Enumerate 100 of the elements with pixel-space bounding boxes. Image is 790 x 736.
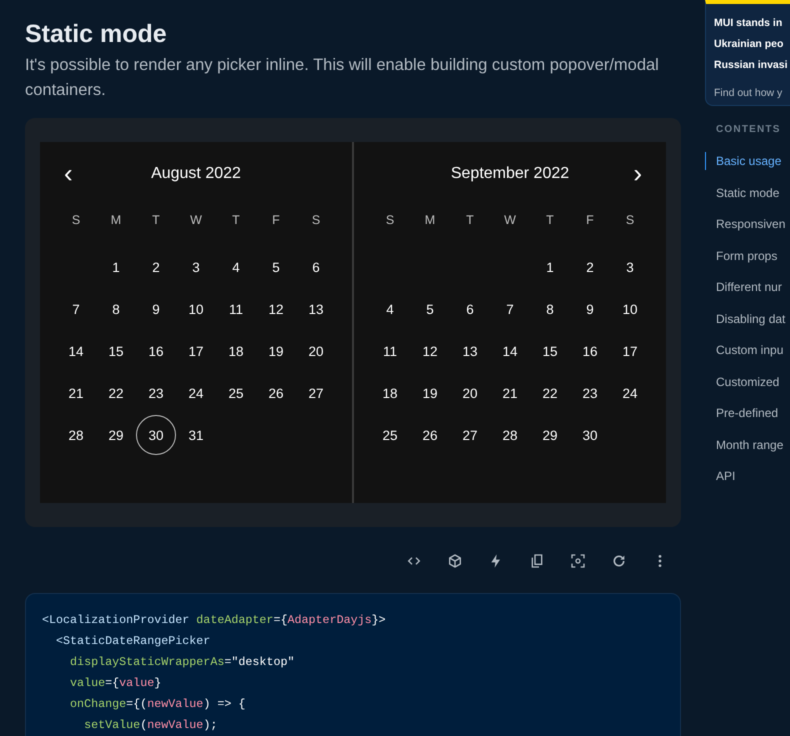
code-line: <LocalizationProvider dateAdapter={AdapterDayjs}> <box>42 612 386 629</box>
day-cell[interactable]: 15 <box>530 331 570 371</box>
next-month-button[interactable]: › <box>629 161 646 185</box>
day-cell[interactable]: 20 <box>296 331 336 371</box>
month-title: August 2022 <box>151 165 241 183</box>
day-cell[interactable]: 6 <box>296 247 336 287</box>
contents-link[interactable]: Customized <box>705 372 780 390</box>
day-cell[interactable]: 3 <box>176 247 216 287</box>
day-cell[interactable]: 8 <box>96 289 136 329</box>
day-cell[interactable]: 11 <box>370 331 410 371</box>
month-title: September 2022 <box>450 165 570 183</box>
contents-link[interactable]: Disabling dat <box>705 310 786 328</box>
weekday-label: T <box>465 212 475 229</box>
cube-icon[interactable] <box>447 553 463 569</box>
weekday-label: W <box>189 212 203 229</box>
day-cell[interactable]: 14 <box>490 331 530 371</box>
day-cell[interactable]: 19 <box>256 331 296 371</box>
day-cell[interactable]: 24 <box>610 373 650 413</box>
refresh-icon[interactable] <box>611 553 627 569</box>
contents-link[interactable]: Basic usage <box>705 152 782 170</box>
weekday-label: S <box>310 212 322 229</box>
code-line: onChange={(newValue) => { <box>70 696 246 713</box>
contents-link[interactable]: Static mode <box>705 184 780 202</box>
contents-link[interactable]: Custom inpu <box>705 341 784 359</box>
day-cell[interactable]: 7 <box>490 289 530 329</box>
day-cell[interactable]: 14 <box>56 331 96 371</box>
day-cell[interactable]: 1 <box>96 247 136 287</box>
day-cell[interactable]: 28 <box>56 415 96 455</box>
day-cell[interactable]: 16 <box>570 331 610 371</box>
day-cell[interactable]: 21 <box>56 373 96 413</box>
day-cell[interactable]: 23 <box>570 373 610 413</box>
contents-link[interactable]: Month range <box>705 436 784 454</box>
day-cell[interactable]: 1 <box>530 247 570 287</box>
day-cell[interactable]: 11 <box>216 289 256 329</box>
banner-text: MUI stands in <box>714 16 782 31</box>
day-cell[interactable]: 8 <box>530 289 570 329</box>
day-cell[interactable]: 22 <box>530 373 570 413</box>
day-cell[interactable]: 9 <box>570 289 610 329</box>
day-cell[interactable]: 12 <box>410 331 450 371</box>
day-cell[interactable]: 12 <box>256 289 296 329</box>
day-cell[interactable]: 28 <box>490 415 530 455</box>
weekday-label: S <box>624 212 636 229</box>
day-cell[interactable]: 23 <box>136 373 176 413</box>
focus-icon[interactable] <box>570 553 586 569</box>
day-cell[interactable]: 19 <box>410 373 450 413</box>
day-cell[interactable]: 2 <box>136 247 176 287</box>
day-cell[interactable]: 26 <box>256 373 296 413</box>
day-cell[interactable]: 18 <box>216 331 256 371</box>
day-cell[interactable]: 18 <box>370 373 410 413</box>
day-cell[interactable]: 25 <box>216 373 256 413</box>
weekday-label: S <box>384 212 396 229</box>
day-cell[interactable]: 17 <box>176 331 216 371</box>
banner-link[interactable]: Find out how y <box>714 87 782 99</box>
weekday-label: F <box>271 212 281 229</box>
weekday-label: T <box>151 212 161 229</box>
day-cell[interactable]: 10 <box>610 289 650 329</box>
weekday-label: T <box>231 212 241 229</box>
day-cell[interactable]: 15 <box>96 331 136 371</box>
day-cell[interactable]: 27 <box>450 415 490 455</box>
section-description: It's possible to render any picker inline. This will enable building custom popover/modal containers. <box>25 55 660 101</box>
previous-month-button[interactable]: ‹ <box>60 161 77 185</box>
weekday-label: S <box>70 212 82 229</box>
code-line: displayStaticWrapperAs="desktop" <box>70 654 294 671</box>
copy-icon[interactable] <box>529 553 545 569</box>
weekday-label: F <box>585 212 595 229</box>
contents-heading: CONTENTS <box>716 124 781 137</box>
day-cell[interactable]: 9 <box>136 289 176 329</box>
day-cell[interactable]: 30 <box>570 415 610 455</box>
day-cell[interactable]: 22 <box>96 373 136 413</box>
day-cell[interactable]: 20 <box>450 373 490 413</box>
day-cell[interactable]: 10 <box>176 289 216 329</box>
code-line: <StaticDateRangePicker <box>56 633 210 650</box>
day-cell[interactable]: 29 <box>530 415 570 455</box>
contents-link[interactable]: Different nur <box>705 278 782 296</box>
day-cell[interactable]: 16 <box>136 331 176 371</box>
day-cell[interactable]: 21 <box>490 373 530 413</box>
day-cell[interactable]: 25 <box>370 415 410 455</box>
contents-link[interactable]: Pre-defined <box>705 404 778 422</box>
day-cell[interactable]: 2 <box>570 247 610 287</box>
banner-text: Ukrainian peo <box>714 37 784 52</box>
day-cell[interactable]: 6 <box>450 289 490 329</box>
day-cell[interactable]: 29 <box>96 415 136 455</box>
day-cell[interactable]: 4 <box>216 247 256 287</box>
day-cell[interactable]: 26 <box>410 415 450 455</box>
contents-link[interactable]: Form props <box>705 246 778 264</box>
contents-link[interactable]: Responsiven <box>705 215 786 233</box>
day-cell[interactable]: 5 <box>410 289 450 329</box>
day-cell[interactable]: 27 <box>296 373 336 413</box>
day-cell[interactable]: 17 <box>610 331 650 371</box>
day-cell[interactable]: 4 <box>370 289 410 329</box>
day-cell[interactable]: 13 <box>296 289 336 329</box>
day-cell[interactable]: 3 <box>610 247 650 287</box>
day-cell[interactable]: 31 <box>176 415 216 455</box>
day-cell[interactable]: 5 <box>256 247 296 287</box>
day-cell[interactable]: 13 <box>450 331 490 371</box>
contents-link[interactable]: API <box>705 467 736 485</box>
day-cell[interactable]: 24 <box>176 373 216 413</box>
section-title: Static mode <box>25 20 167 49</box>
day-cell[interactable]: 7 <box>56 289 96 329</box>
day-cell[interactable]: 30 <box>136 415 176 455</box>
